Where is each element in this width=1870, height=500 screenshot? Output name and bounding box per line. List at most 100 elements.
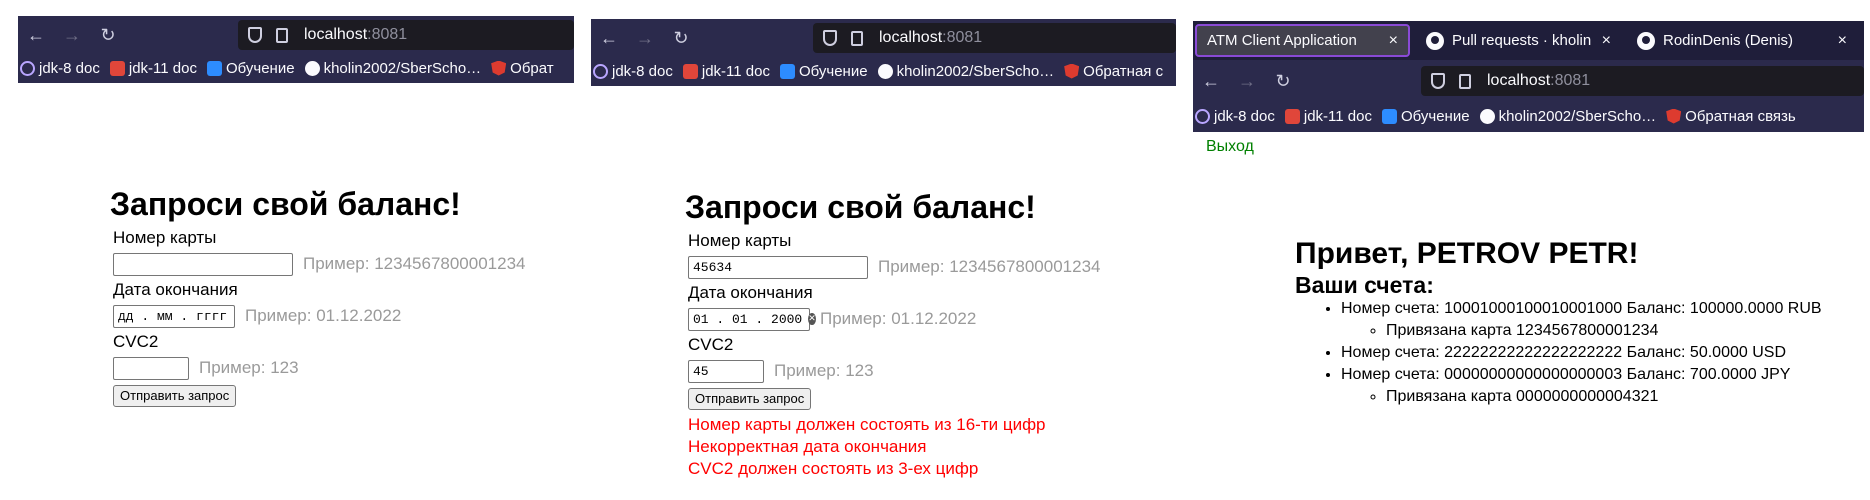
url-host: localhost bbox=[304, 26, 368, 43]
accounts-list: Номер счета: 10001000100010001000 Баланс… bbox=[1295, 298, 1822, 408]
card-number-input[interactable]: 45634 bbox=[688, 255, 868, 279]
tab-pull-requests[interactable]: Pull requests · kholin2002 × bbox=[1416, 24, 1621, 57]
cvc2-label: CVC2 bbox=[688, 335, 734, 354]
account-info: Номер счета: 10001000100010001000 Баланс… bbox=[1341, 300, 1822, 317]
clear-icon[interactable]: ✕ bbox=[808, 313, 816, 325]
shield-icon bbox=[248, 27, 262, 43]
bookmark-jdk11[interactable]: jdk-11 doc bbox=[682, 63, 770, 80]
forward-button[interactable]: → bbox=[1229, 71, 1265, 92]
expiry-date-label: Дата окончания bbox=[113, 280, 238, 299]
card-number-label: Номер карты bbox=[688, 231, 792, 250]
bookmark-jdk11[interactable]: jdk-11 doc bbox=[1284, 108, 1372, 125]
bookmark-github-repo[interactable]: kholin2002/SberScho… bbox=[877, 63, 1054, 80]
cvc2-label: CVC2 bbox=[113, 332, 159, 351]
tab-atm-client[interactable]: ATM Client Application × bbox=[1195, 24, 1410, 57]
bookmark-learning[interactable]: Обучение bbox=[779, 63, 868, 80]
cvc2-input[interactable] bbox=[113, 356, 189, 380]
cvc2-input[interactable]: 45 bbox=[688, 359, 764, 383]
error-expiry-date: Некорректная дата окончания bbox=[688, 437, 927, 456]
balance-form-empty: Запроси свой баланс! Номер карты Пример:… bbox=[110, 185, 526, 407]
bookmarks-bar: jdk-8 doc jdk-11 doc Обучение kholin2002… bbox=[591, 57, 1176, 85]
reload-button[interactable]: ↻ bbox=[1265, 71, 1301, 92]
video-icon bbox=[1381, 108, 1397, 124]
bookmark-jdk8[interactable]: jdk-8 doc bbox=[1195, 108, 1275, 125]
bookmark-github-repo[interactable]: kholin2002/SberScho… bbox=[1479, 108, 1656, 125]
globe-icon bbox=[593, 63, 608, 79]
cvc2-hint: Пример: 123 bbox=[199, 358, 299, 377]
page-icon bbox=[1459, 73, 1471, 89]
angular-icon bbox=[1666, 108, 1682, 124]
expiry-date-input[interactable]: 01 . 01 . 2000 ✕ bbox=[688, 307, 816, 331]
linked-card: Привязана карта 0000000000004321 bbox=[1386, 386, 1822, 408]
account-item: Номер счета: 00000000000000000003 Баланс… bbox=[1341, 364, 1822, 408]
java-icon bbox=[109, 60, 125, 76]
card-number-hint: Пример: 1234567800001234 bbox=[878, 257, 1101, 276]
account-item: Номер счета: 22222222222222222222 Баланс… bbox=[1341, 342, 1822, 364]
close-icon[interactable]: × bbox=[1830, 32, 1847, 50]
reload-button[interactable]: ↻ bbox=[90, 25, 126, 46]
bookmark-feedback[interactable]: Обратная с bbox=[1064, 63, 1163, 80]
globe-icon bbox=[1195, 108, 1210, 124]
page-icon bbox=[851, 30, 863, 46]
url-bar[interactable]: localhost :8081 bbox=[1421, 66, 1864, 96]
reload-button[interactable]: ↻ bbox=[663, 28, 699, 49]
page-title: Запроси свой баланс! bbox=[110, 186, 461, 222]
url-host: localhost bbox=[879, 29, 943, 46]
bookmarks-bar: jdk-8 doc jdk-11 doc Обучение kholin2002… bbox=[1193, 102, 1864, 130]
tab-label: ATM Client Application bbox=[1207, 32, 1357, 49]
shield-icon bbox=[823, 30, 837, 46]
back-button[interactable]: ← bbox=[18, 25, 54, 46]
tab-strip: ATM Client Application × Pull requests ·… bbox=[1193, 21, 1864, 60]
url-bar[interactable]: localhost :8081 bbox=[238, 20, 574, 50]
navigation-bar: ← → ↻ localhost :8081 bbox=[591, 19, 1176, 57]
forward-button[interactable]: → bbox=[54, 25, 90, 46]
submit-button[interactable]: Отправить запрос bbox=[113, 385, 237, 407]
submit-button[interactable]: Отправить запрос bbox=[688, 388, 812, 410]
tab-rodindenis[interactable]: RodinDenis (Denis) × bbox=[1627, 24, 1857, 57]
expiry-date-hint: Пример: 01.12.2022 bbox=[245, 306, 402, 325]
page-icon bbox=[276, 27, 288, 43]
bookmark-feedback[interactable]: Обрат bbox=[491, 60, 554, 77]
github-icon bbox=[1426, 31, 1444, 50]
close-icon[interactable]: × bbox=[1381, 32, 1398, 50]
expiry-date-value: 01 . 01 . 2000 bbox=[693, 311, 803, 327]
angular-icon bbox=[1064, 63, 1080, 79]
video-icon bbox=[779, 63, 795, 79]
navigation-bar: ← → ↻ localhost :8081 bbox=[18, 16, 574, 54]
bookmark-feedback[interactable]: Обратная связь bbox=[1666, 108, 1796, 125]
close-icon[interactable]: × bbox=[1594, 32, 1611, 50]
bookmark-jdk11[interactable]: jdk-11 doc bbox=[109, 60, 197, 77]
java-icon bbox=[1284, 108, 1300, 124]
angular-icon bbox=[491, 60, 507, 76]
url-port: :8081 bbox=[942, 29, 983, 46]
browser-chrome-3: ATM Client Application × Pull requests ·… bbox=[1193, 21, 1864, 132]
bookmarks-bar: jdk-8 doc jdk-11 doc Обучение kholin2002… bbox=[18, 54, 574, 82]
bookmark-jdk8[interactable]: jdk-8 doc bbox=[593, 63, 673, 80]
url-host: localhost bbox=[1487, 72, 1551, 89]
logout-link[interactable]: Выход bbox=[1206, 138, 1254, 156]
expiry-date-hint: Пример: 01.12.2022 bbox=[820, 309, 977, 328]
url-port: :8081 bbox=[1550, 72, 1591, 89]
card-number-input[interactable] bbox=[113, 252, 293, 276]
forward-button[interactable]: → bbox=[627, 28, 663, 49]
back-button[interactable]: ← bbox=[591, 28, 627, 49]
github-icon bbox=[1637, 31, 1655, 50]
github-icon bbox=[304, 60, 320, 76]
globe-icon bbox=[20, 60, 35, 76]
back-button[interactable]: ← bbox=[1193, 71, 1229, 92]
navigation-bar: ← → ↻ localhost :8081 bbox=[1193, 62, 1864, 100]
url-bar[interactable]: localhost :8081 bbox=[813, 23, 1176, 53]
bookmark-jdk8[interactable]: jdk-8 doc bbox=[20, 60, 100, 77]
expiry-date-label: Дата окончания bbox=[688, 283, 813, 302]
bookmark-learning[interactable]: Обучение bbox=[206, 60, 295, 77]
browser-chrome-1: ← → ↻ localhost :8081 jdk-8 doc jdk-11 d… bbox=[18, 16, 574, 83]
github-icon bbox=[877, 63, 893, 79]
account-info: Номер счета: 00000000000000000003 Баланс… bbox=[1341, 366, 1791, 383]
cvc2-hint: Пример: 123 bbox=[774, 361, 874, 380]
expiry-date-input[interactable]: дд . мм . гггг bbox=[113, 304, 235, 328]
bookmark-learning[interactable]: Обучение bbox=[1381, 108, 1470, 125]
card-number-hint: Пример: 1234567800001234 bbox=[303, 254, 526, 273]
video-icon bbox=[206, 60, 222, 76]
bookmark-github-repo[interactable]: kholin2002/SberScho… bbox=[304, 60, 481, 77]
greeting-title: Привет, PETROV PETR! bbox=[1295, 237, 1639, 270]
